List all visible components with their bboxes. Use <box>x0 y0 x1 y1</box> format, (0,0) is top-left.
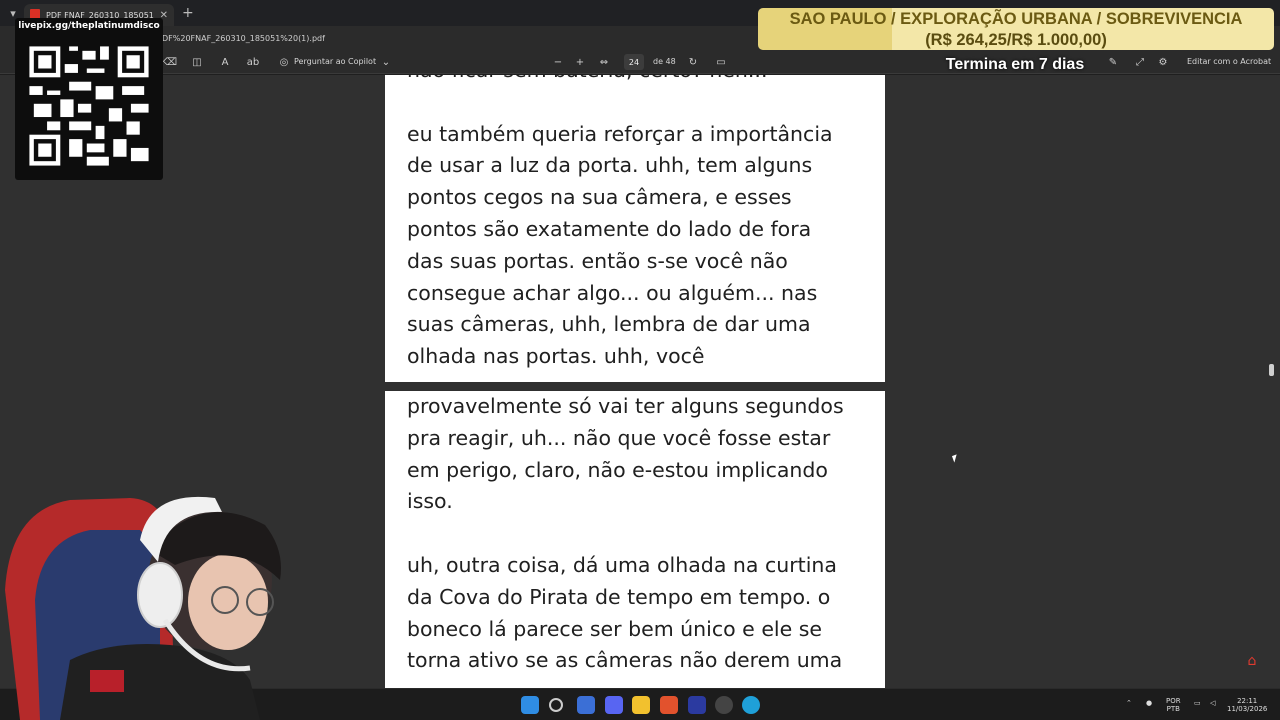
webcam-feed <box>5 496 281 720</box>
rotate-icon[interactable]: ↻ <box>685 54 701 70</box>
date: 11/03/2026 <box>1227 705 1268 713</box>
language-indicator[interactable]: POR PTB <box>1166 697 1181 713</box>
app-icon[interactable] <box>577 696 595 714</box>
fullscreen-icon[interactable]: ⤢ <box>1132 54 1148 70</box>
pdf-page: provavelmente só vai ter alguns segundos… <box>385 391 885 688</box>
erase-icon[interactable]: ⌫ <box>162 54 178 70</box>
zoom-in-button[interactable]: + <box>572 54 588 70</box>
chevron-down-icon[interactable]: ⌄ <box>378 54 394 70</box>
copilot-button[interactable]: Perguntar ao Copilot <box>294 57 376 66</box>
scrollbar-thumb[interactable] <box>1269 364 1274 376</box>
goal-amount: (R$ 264,25/R$ 1.000,00) <box>925 31 1107 49</box>
sidebar-icon[interactable]: ◫ <box>189 54 205 70</box>
page-text: não ficar sem bateria, certo? heh... eu … <box>407 75 833 369</box>
mic-icon[interactable]: ● <box>1146 699 1152 707</box>
search-icon[interactable] <box>549 698 563 712</box>
goal-title: SAO PAULO / EXPLORAÇÃO URBANA / SOBREVIV… <box>789 10 1243 28</box>
chevron-up-icon[interactable]: ⌃ <box>1126 699 1132 707</box>
layout-code: PTB <box>1166 705 1180 713</box>
translate-icon[interactable]: ab <box>245 54 261 70</box>
discord-icon[interactable] <box>605 696 623 714</box>
new-tab-icon[interactable]: + <box>182 5 194 21</box>
qr-overlay: livepix.gg/theplatinumdisco <box>15 18 163 180</box>
zoom-out-button[interactable]: − <box>550 54 566 70</box>
page-text: provavelmente só vai ter alguns segundos… <box>407 394 844 673</box>
lang-code: POR <box>1166 697 1181 705</box>
pdf-page: não ficar sem bateria, certo? heh... eu … <box>385 75 885 382</box>
read-aloud-icon[interactable]: A <box>217 54 233 70</box>
qr-label: livepix.gg/theplatinumdisco <box>18 21 160 31</box>
copilot-icon[interactable]: ◎ <box>276 54 292 70</box>
start-icon[interactable] <box>521 696 539 714</box>
brave-icon[interactable] <box>660 696 678 714</box>
edit-acrobat-button[interactable]: Editar com o Acrobat <box>1187 57 1271 66</box>
obs-icon[interactable] <box>715 696 733 714</box>
edge-icon[interactable] <box>742 696 760 714</box>
url-text[interactable]: DF%20FNAF_260310_185051%20(1).pdf <box>162 34 325 43</box>
volume-icon[interactable]: ◁ <box>1210 699 1215 707</box>
mouse-cursor-icon <box>951 454 960 463</box>
acrobat-icon[interactable]: ⌂ <box>1244 653 1260 669</box>
gear-icon[interactable]: ⚙ <box>1155 54 1171 70</box>
page-view-icon[interactable]: ▭ <box>713 54 729 70</box>
qr-code-icon <box>25 42 153 170</box>
time: 22:11 <box>1237 697 1258 705</box>
donation-goal-bar: SAO PAULO / EXPLORAÇÃO URBANA / SOBREVIV… <box>758 8 1274 50</box>
app-icon[interactable] <box>688 696 706 714</box>
clock[interactable]: 22:11 11/03/2026 <box>1227 697 1267 713</box>
fit-page-icon[interactable]: ⇔ <box>596 54 612 70</box>
page-total: de 48 <box>653 57 676 66</box>
page-number-input[interactable]: 24 <box>624 54 644 70</box>
folder-icon[interactable] <box>632 696 650 714</box>
goal-deadline: Termina em 7 dias <box>945 56 1085 73</box>
network-icon[interactable]: ▭ <box>1194 699 1201 707</box>
